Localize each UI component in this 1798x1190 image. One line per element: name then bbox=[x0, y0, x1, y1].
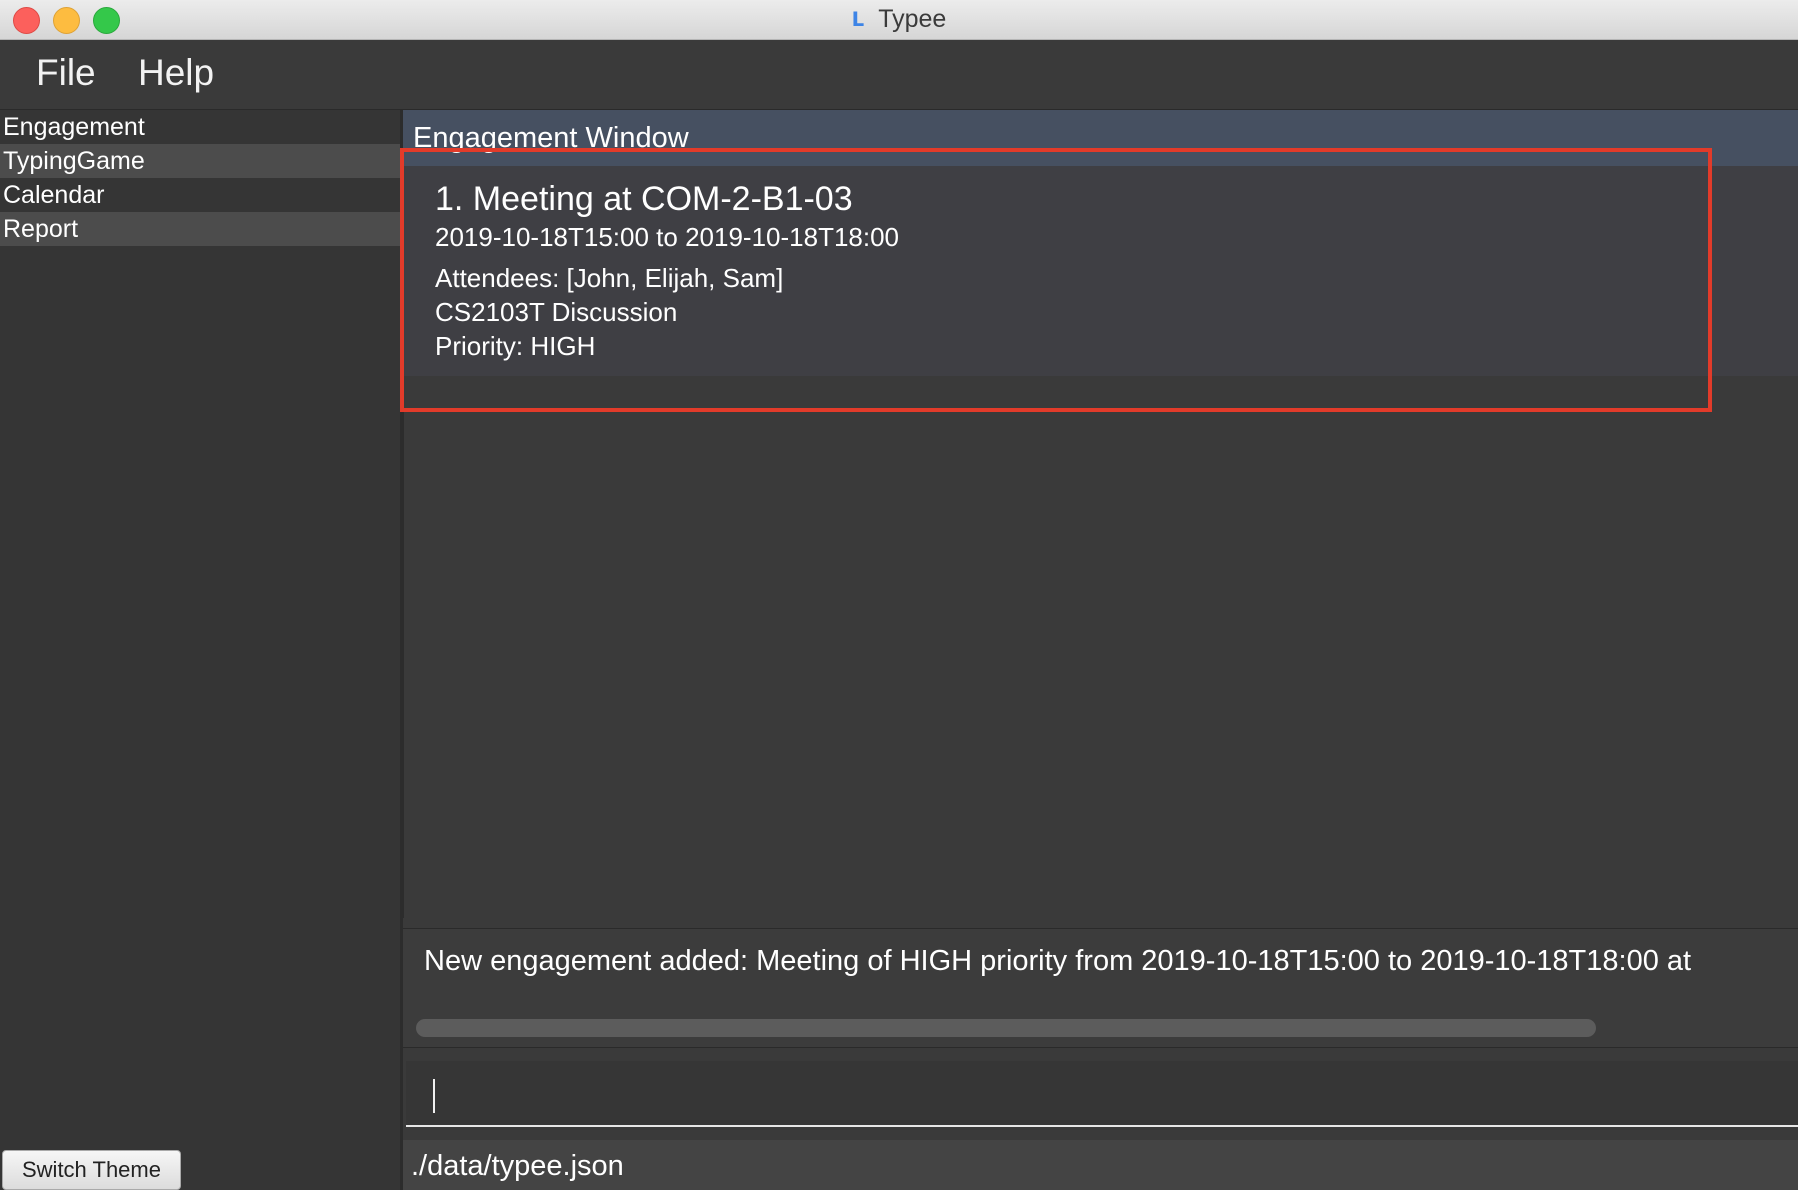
menu-help[interactable]: Help bbox=[138, 52, 214, 94]
result-display: New engagement added: Meeting of HIGH pr… bbox=[403, 928, 1798, 1048]
panel-header: Engagement Window bbox=[403, 110, 1798, 166]
panel-title: Engagement Window bbox=[413, 122, 689, 154]
engagement-card[interactable]: 1. Meeting at COM-2-B1-03 2019-10-18T15:… bbox=[404, 166, 1798, 376]
status-bar: ./data/typee.json bbox=[403, 1140, 1798, 1190]
engagement-title: 1. Meeting at COM-2-B1-03 bbox=[435, 180, 853, 218]
data-file-path: ./data/typee.json bbox=[411, 1150, 624, 1182]
menu-file[interactable]: File bbox=[36, 52, 96, 94]
engagement-description: CS2103T Discussion bbox=[435, 297, 678, 327]
sidebar-item-typinggame[interactable]: TypingGame bbox=[0, 144, 400, 178]
result-message: New engagement added: Meeting of HIGH pr… bbox=[424, 945, 1692, 977]
sidebar-item-calendar[interactable]: Calendar bbox=[0, 178, 400, 212]
engagement-list[interactable]: 1. Meeting at COM-2-B1-03 2019-10-18T15:… bbox=[403, 166, 1798, 918]
sidebar-item-engagement[interactable]: Engagement bbox=[0, 110, 400, 144]
horizontal-scrollbar[interactable] bbox=[416, 1019, 1596, 1037]
typee-app-icon: ᒪ bbox=[851, 9, 865, 31]
command-input[interactable] bbox=[406, 1061, 1798, 1127]
window-titlebar: ᒪ Typee bbox=[0, 0, 1798, 40]
switch-theme-button[interactable]: Switch Theme bbox=[2, 1150, 181, 1190]
text-caret bbox=[433, 1079, 435, 1113]
menu-bar: File Help bbox=[0, 40, 1798, 110]
window-title: Typee bbox=[878, 5, 947, 33]
engagement-time: 2019-10-18T15:00 to 2019-10-18T18:00 bbox=[435, 222, 900, 252]
engagement-attendees: Attendees: [John, Elijah, Sam] bbox=[435, 263, 784, 293]
sidebar: Engagement TypingGame Calendar Report Sw… bbox=[0, 110, 403, 1190]
engagement-priority: Priority: HIGH bbox=[435, 331, 596, 361]
sidebar-item-report[interactable]: Report bbox=[0, 212, 400, 246]
